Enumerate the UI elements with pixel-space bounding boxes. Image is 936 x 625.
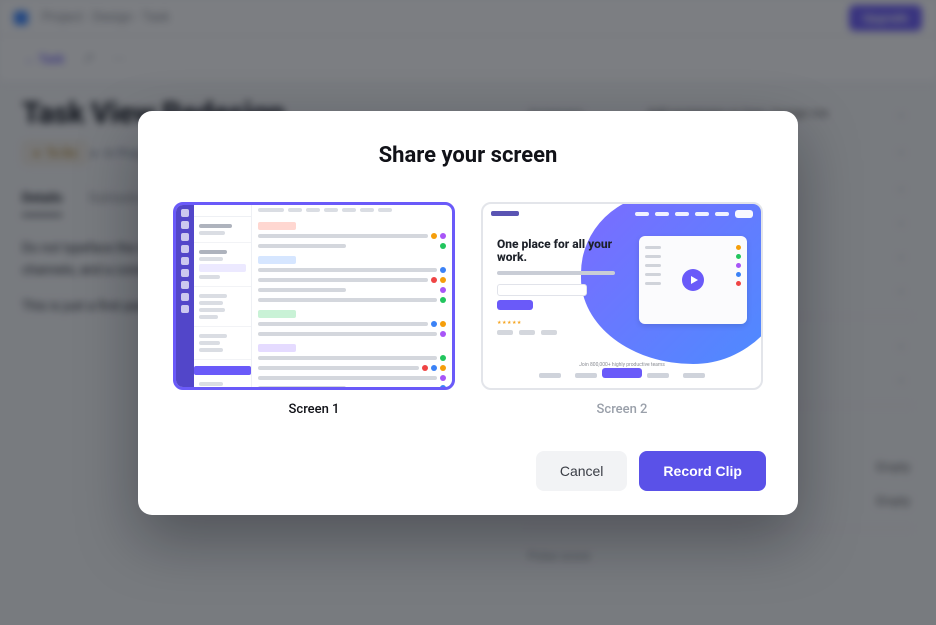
- share-screen-modal: Share your screen: [138, 111, 798, 515]
- play-icon: [682, 269, 704, 291]
- screen-1-label: Screen 1: [173, 402, 455, 417]
- screen-option-1[interactable]: Screen 1: [173, 202, 455, 417]
- cancel-button[interactable]: Cancel: [536, 451, 628, 491]
- stars-icon: ★★★★★: [497, 320, 522, 326]
- modal-wrapper: Share your screen: [0, 0, 936, 625]
- record-clip-button[interactable]: Record Clip: [639, 451, 766, 491]
- screen-options: Screen 1 One place for all your work.: [170, 202, 766, 417]
- modal-actions: Cancel Record Clip: [170, 451, 766, 491]
- screen-2-label: Screen 2: [481, 402, 763, 417]
- screen-option-2[interactable]: One place for all your work. ★★★★★: [481, 202, 763, 417]
- screen-2-headline: One place for all your work.: [497, 238, 632, 266]
- screen-2-thumbnail: One place for all your work. ★★★★★: [481, 202, 763, 390]
- modal-title: Share your screen: [170, 143, 766, 168]
- screen-1-thumbnail: [173, 202, 455, 390]
